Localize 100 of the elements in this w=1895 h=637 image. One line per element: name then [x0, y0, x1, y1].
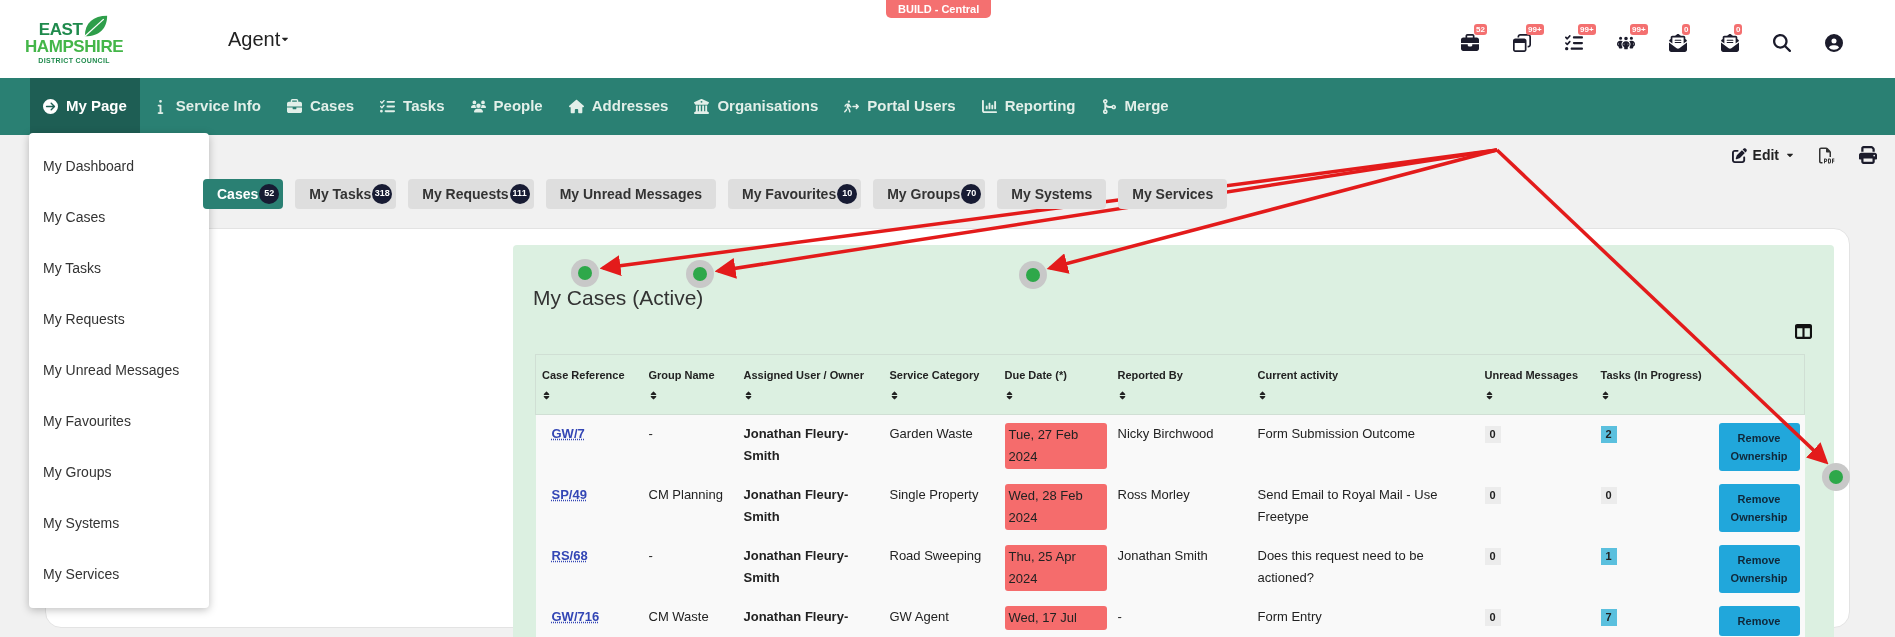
house-icon — [568, 99, 584, 114]
menu-item[interactable]: My Tasks — [29, 243, 209, 294]
table-cell: - — [1117, 608, 1122, 624]
count-badge: 0 — [1484, 486, 1501, 504]
print-icon[interactable] — [1859, 146, 1877, 164]
menu-item[interactable]: My Unread Messages — [29, 345, 209, 396]
case-link[interactable]: RS/68 — [551, 547, 588, 563]
nav-item[interactable]: Tasks — [367, 78, 458, 135]
checklist-icon — [380, 99, 396, 114]
sort-icon[interactable] — [648, 390, 658, 400]
column-header[interactable]: Due Date (*) — [1004, 369, 1067, 381]
tab[interactable]: Cases 52 — [203, 179, 284, 209]
tab[interactable]: My Groups 70 — [873, 179, 986, 209]
sort-icon[interactable] — [1600, 390, 1610, 400]
due-date: Thu, 25 Apr 2024 — [1004, 544, 1107, 591]
marker-dot — [1019, 261, 1047, 289]
count-badge: 0 — [1484, 608, 1501, 626]
sort-icon[interactable] — [542, 390, 551, 400]
case-link[interactable]: GW/7 — [551, 425, 585, 441]
count-badge: 52 — [259, 184, 280, 204]
table-cell: CM Planning — [648, 486, 723, 502]
case-link[interactable]: SP/49 — [551, 486, 587, 502]
count-badge: 0 — [1734, 24, 1743, 35]
due-date: Tue, 27 Feb 2024 — [1004, 422, 1107, 469]
tab[interactable]: My Tasks 318 — [295, 179, 397, 209]
count-badge: 0 — [1484, 547, 1501, 565]
table-cell: Garden Waste — [889, 425, 973, 441]
tab[interactable]: My Requests 111 — [408, 179, 534, 209]
column-header[interactable]: Service Category — [889, 369, 980, 381]
remove-ownership-button[interactable]: Remove Ownership — [1718, 422, 1800, 471]
sort-icon[interactable] — [889, 390, 899, 400]
count-badge: 99+ — [1578, 24, 1596, 35]
columns-icon[interactable] — [1795, 323, 1812, 340]
count-badge: 111 — [509, 184, 530, 204]
pdf-icon[interactable] — [1819, 145, 1835, 165]
nav-item[interactable]: Addresses — [555, 78, 682, 135]
count-badge: 52 — [1474, 24, 1487, 35]
table-cell-text: Jonathan Fleury-Smith — [743, 424, 850, 465]
menu-item[interactable]: My Groups — [29, 447, 209, 498]
merge-icon — [1101, 99, 1117, 114]
column-header[interactable]: Group Name — [648, 369, 715, 381]
menu-item[interactable]: My Services — [29, 549, 209, 600]
column-header[interactable]: Assigned User / Owner — [743, 369, 864, 381]
bar-chart-icon — [981, 99, 997, 114]
panel-title: My Cases (Active) — [533, 285, 704, 311]
nav-item[interactable]: Reporting — [968, 78, 1089, 135]
column-header[interactable]: Case Reference — [542, 369, 625, 381]
marker-dot — [1822, 463, 1850, 491]
nav-item[interactable]: Cases — [273, 78, 368, 135]
leaf-logo-icon — [83, 14, 110, 38]
table-cell-text: Jonathan Fleury- — [743, 607, 850, 626]
tab[interactable]: My Favourites 10 — [728, 179, 862, 209]
table-cell: - — [648, 425, 653, 441]
search-icon — [1773, 34, 1791, 52]
table-cell: GW Agent — [889, 608, 949, 624]
sort-icon[interactable] — [1004, 390, 1014, 400]
remove-ownership-button[interactable]: Remove Ownership — [1718, 483, 1800, 532]
table-cell-text: Jonathan Fleury-Smith — [743, 485, 850, 526]
table-cell: - — [648, 547, 653, 563]
briefcase-icon — [286, 99, 302, 114]
nav-item[interactable]: Organisations — [681, 78, 832, 135]
people-icon — [1617, 34, 1635, 52]
tab[interactable]: My Services — [1118, 179, 1228, 209]
menu-item[interactable]: My Systems — [29, 498, 209, 549]
remove-ownership-button[interactable]: Remove Ownership — [1718, 544, 1800, 593]
arrow-right-icon — [43, 99, 58, 114]
count-badge: 7 — [1600, 608, 1617, 626]
table-cell: Jonathan Smith — [1117, 547, 1208, 563]
checklist-icon — [1565, 34, 1583, 52]
column-header[interactable]: Tasks (In Progress) — [1600, 369, 1702, 381]
menu-item[interactable]: My Requests — [29, 294, 209, 345]
table-cell-text: Jonathan Fleury-Smith — [743, 546, 850, 587]
remove-ownership-button[interactable]: Remove — [1718, 605, 1800, 636]
sort-icon[interactable] — [1484, 390, 1494, 400]
logo-text: EAST — [38, 21, 83, 38]
tab[interactable]: My Systems — [997, 179, 1107, 209]
table-cell-text: Send Email to Royal Mail - Use Freetype — [1257, 485, 1439, 526]
column-header[interactable]: Current activity — [1257, 369, 1339, 381]
column-header[interactable]: Unread Messages — [1484, 369, 1579, 381]
person-exit-icon — [844, 99, 860, 114]
case-link[interactable]: GW/716 — [551, 608, 600, 624]
tab[interactable]: My Unread Messages — [545, 179, 717, 209]
count-badge: 2 — [1600, 425, 1617, 443]
nav-item[interactable]: Portal Users — [831, 78, 969, 135]
menu-item[interactable]: My Favourites — [29, 396, 209, 447]
nav-item[interactable]: People — [457, 78, 556, 135]
sort-icon[interactable] — [1117, 390, 1127, 400]
people-icon — [470, 99, 486, 114]
role-dropdown[interactable]: Agent — [228, 24, 291, 54]
briefcase-icon — [1461, 34, 1479, 52]
environment-badge: BUILD - Central — [886, 0, 992, 18]
due-date: Wed, 17 Jul — [1004, 605, 1107, 630]
nav-item[interactable]: Merge — [1088, 78, 1182, 135]
sort-icon[interactable] — [743, 390, 753, 400]
column-header[interactable]: Reported By — [1117, 369, 1183, 381]
marker-dot — [571, 259, 599, 287]
table-cell: Road Sweeping — [889, 547, 982, 563]
edit-dropdown[interactable]: Edit — [1731, 144, 1795, 166]
nav-item[interactable]: My Page — [30, 78, 140, 135]
sort-icon[interactable] — [1257, 390, 1267, 400]
